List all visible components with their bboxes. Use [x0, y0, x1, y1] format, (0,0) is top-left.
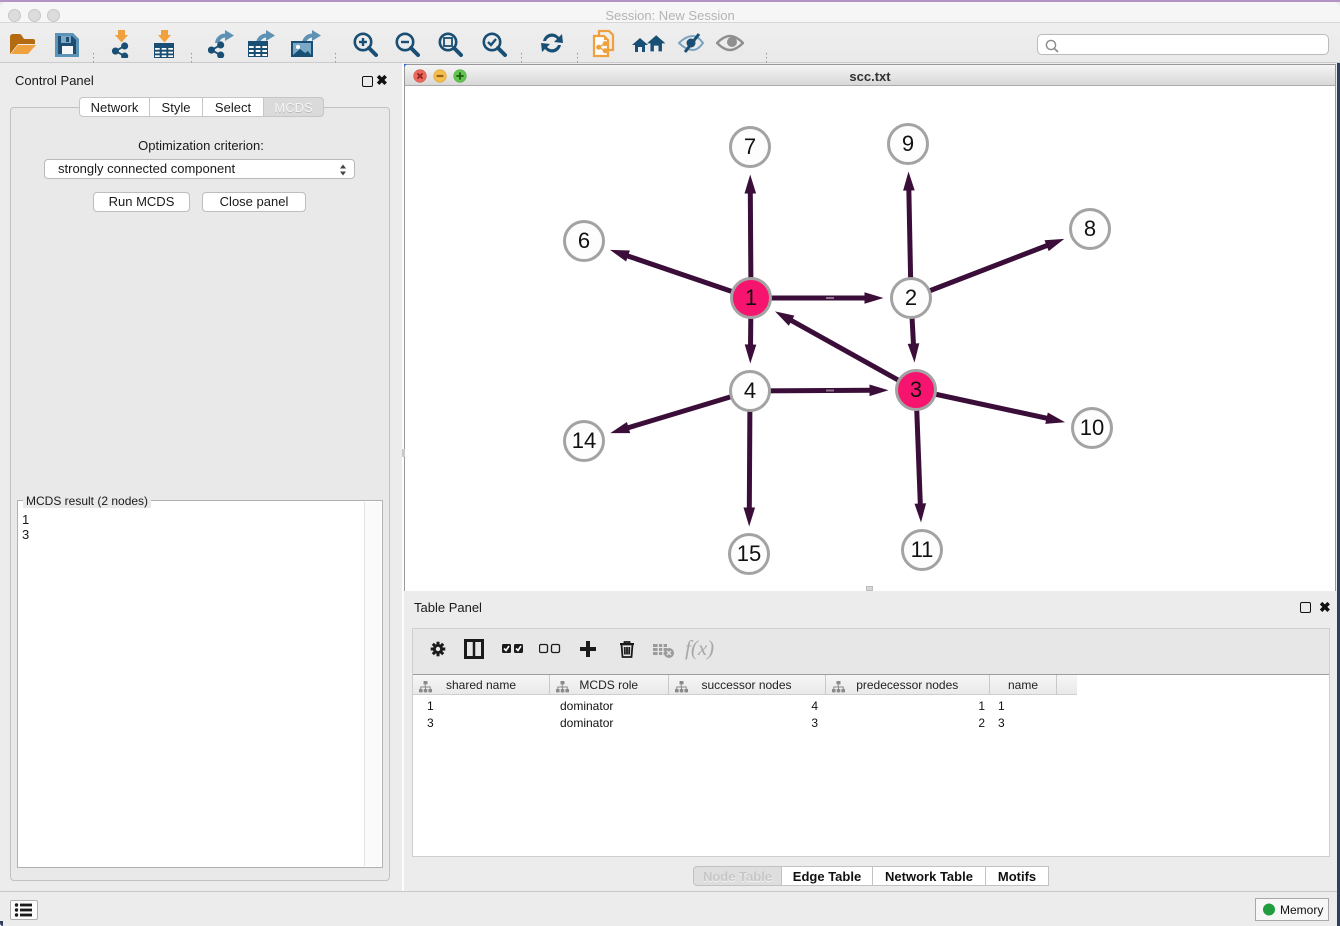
- svg-text:11: 11: [911, 537, 934, 562]
- svg-text:f(x): f(x): [685, 637, 714, 660]
- svg-text:4: 4: [744, 378, 756, 403]
- svg-text:15: 15: [737, 541, 761, 566]
- svg-text:Memory: Memory: [1280, 903, 1323, 917]
- svg-text:7: 7: [744, 134, 756, 159]
- svg-text:9: 9: [902, 131, 914, 156]
- svg-text:8: 8: [1084, 216, 1096, 241]
- svg-text:2: 2: [905, 285, 917, 310]
- svg-text:6: 6: [578, 228, 590, 253]
- svg-text:1: 1: [745, 285, 757, 310]
- svg-text:3: 3: [910, 377, 922, 402]
- svg-text:10: 10: [1080, 415, 1104, 440]
- svg-text:14: 14: [572, 428, 596, 453]
